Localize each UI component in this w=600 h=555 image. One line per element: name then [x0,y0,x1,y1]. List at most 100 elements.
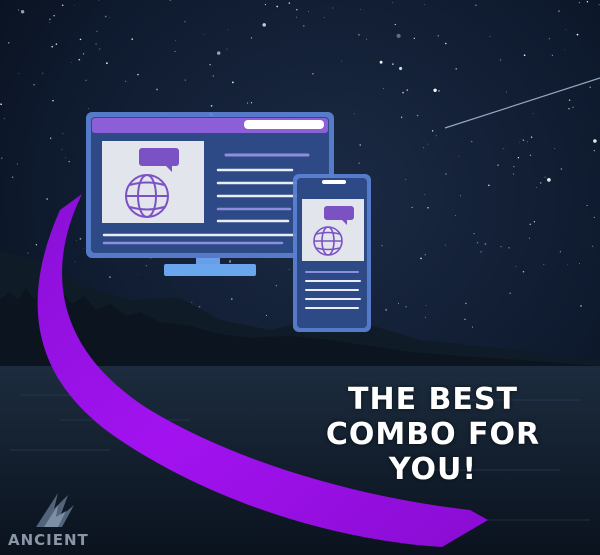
star [508,246,510,249]
star [512,173,514,175]
star [424,193,426,195]
star [517,157,520,159]
star [488,184,490,187]
star [445,244,446,246]
star [406,89,409,91]
star [593,216,596,219]
star [131,38,134,40]
star [405,178,407,180]
star [392,63,394,65]
star [413,37,415,40]
star [547,178,551,182]
star [445,42,447,45]
star [227,29,229,31]
star [353,113,355,115]
star [308,11,310,13]
star [3,118,5,120]
star [296,8,298,11]
star [262,23,266,27]
star [16,163,19,165]
star [539,182,542,184]
star [358,162,360,164]
star [572,106,574,108]
star [323,17,325,18]
star [70,62,72,64]
star [1,157,3,159]
star [532,113,534,115]
headline: THE BEST COMBO FOR YOU! [288,382,578,487]
star [464,318,466,320]
star [288,2,291,4]
star [75,240,77,241]
star [394,23,396,26]
star [465,302,467,305]
star [399,66,403,71]
star [78,58,81,61]
star [400,116,403,118]
smartphone-icon [293,174,371,332]
star [358,34,360,36]
star [104,15,107,18]
star [528,237,531,239]
star [519,142,520,143]
star [529,154,532,156]
star [433,88,437,92]
star [593,139,597,143]
star [83,247,85,249]
star [416,114,419,117]
star [366,38,368,40]
star [198,305,201,308]
star [392,2,394,3]
star [460,195,461,197]
star [458,156,460,158]
star [423,147,425,149]
star [548,38,551,40]
star [50,137,52,139]
star [95,43,97,45]
star [55,43,58,45]
star [145,265,147,267]
star [52,100,54,102]
star [174,51,176,52]
star [275,285,277,287]
star [79,38,82,41]
star [288,269,290,270]
star [79,238,82,240]
headline-line-2: COMBO FOR [325,417,541,452]
star [33,84,35,86]
star [42,72,44,74]
star [500,245,502,248]
star [513,166,515,168]
star [303,25,305,27]
star [85,79,87,81]
star [61,4,64,6]
star [489,36,491,37]
star [499,59,502,61]
star [424,316,426,318]
star [454,214,456,216]
headline-line-1: THE BEST [348,382,518,417]
star [27,252,29,254]
star [11,176,14,179]
star [559,251,562,253]
star [565,29,567,30]
brand-name: ANCIENT [8,531,89,549]
star [137,273,139,275]
star [109,16,111,18]
star [522,139,525,141]
star [484,243,487,245]
star [437,35,440,37]
star [381,244,383,247]
star [558,10,560,12]
star [62,133,64,135]
star [591,245,594,248]
star [359,144,361,146]
star [49,18,51,21]
star [137,73,139,76]
star [586,205,588,206]
star [402,91,404,94]
star [232,81,234,84]
star [46,198,48,200]
star [551,54,554,56]
star [506,91,507,93]
